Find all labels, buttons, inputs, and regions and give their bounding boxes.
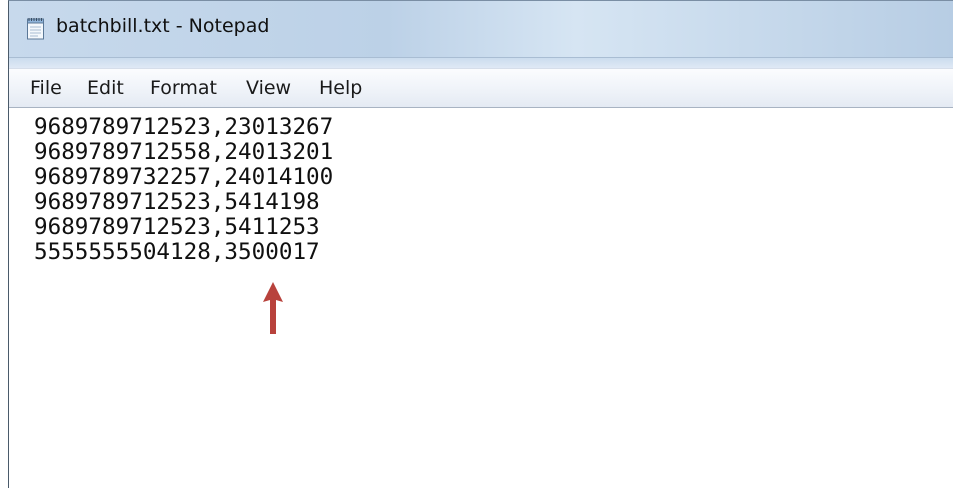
text-line: 9689789712558,24013201 (34, 139, 334, 165)
notepad-window: batchbill.txt - Notepad File Edit Format… (8, 0, 953, 489)
notepad-icon (27, 18, 44, 40)
text-line: 9689789732257,24014100 (34, 164, 334, 190)
menu-file[interactable]: File (30, 77, 62, 99)
title-bar[interactable]: batchbill.txt - Notepad (9, 1, 953, 58)
text-line: 9689789712523,23013267 (34, 114, 334, 140)
text-line: 5555555504128,3500017 (34, 239, 320, 265)
menu-format[interactable]: Format (150, 77, 217, 99)
text-editor[interactable]: 9689789712523,23013267 9689789712558,240… (10, 109, 953, 489)
text-line: 9689789712523,5414198 (34, 189, 320, 215)
menu-bar: File Edit Format View Help (9, 68, 953, 108)
text-line: 9689789712523,5411253 (34, 214, 320, 240)
red-arrow-up-icon (263, 282, 283, 334)
window-title: batchbill.txt - Notepad (56, 15, 270, 37)
menu-edit[interactable]: Edit (87, 77, 124, 99)
menu-view[interactable]: View (246, 77, 291, 99)
title-gap (9, 58, 953, 68)
menu-help[interactable]: Help (319, 77, 362, 99)
